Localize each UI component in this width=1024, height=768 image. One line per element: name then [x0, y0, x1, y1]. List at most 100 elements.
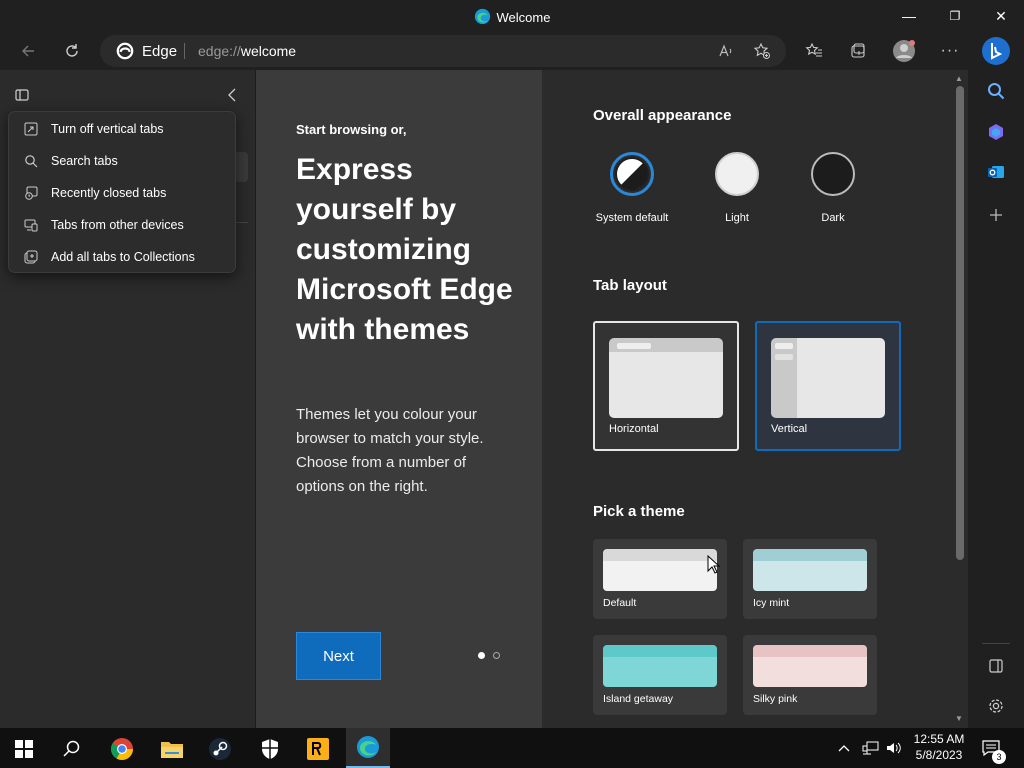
menu-item-label: Recently closed tabs: [51, 186, 167, 200]
menu-item-add-tabs-collections[interactable]: Add all tabs to Collections: [9, 241, 235, 273]
restore-button[interactable]: ❐: [932, 0, 978, 32]
tray-overflow-button[interactable]: [838, 728, 850, 768]
theme-label: Silky pink: [753, 693, 798, 705]
sidebar-office-button[interactable]: [982, 118, 1010, 146]
edge-icon: [357, 736, 379, 758]
bing-copilot-button[interactable]: [981, 36, 1011, 66]
sidebar-search-button[interactable]: [982, 77, 1010, 105]
restore-icon: ❐: [949, 9, 961, 23]
customization-panel: Overall appearance System default Light …: [542, 70, 952, 728]
appearance-system-default[interactable]: [610, 152, 654, 196]
tab-actions-menu-button[interactable]: [10, 84, 34, 106]
browser-toolbar: Edge edge://welcome ···: [0, 32, 1024, 70]
theme-silky-pink[interactable]: Silky pink: [743, 635, 877, 715]
window-title: Welcome: [0, 8, 1024, 28]
appearance-dark[interactable]: [811, 152, 855, 196]
windows-taskbar: 12:55 AM 5/8/2023 3: [0, 728, 1024, 768]
taskbar-search-button[interactable]: [52, 732, 92, 766]
minimize-icon: —: [902, 8, 916, 24]
menu-item-label: Search tabs: [51, 154, 118, 168]
search-icon: [63, 740, 80, 757]
add-favorite-button[interactable]: [750, 40, 774, 62]
tab-layout-vertical[interactable]: Vertical: [755, 321, 901, 451]
address-bar[interactable]: Edge edge://welcome: [100, 35, 786, 67]
theme-preview: [603, 645, 717, 687]
tab-actions-menu: Turn off vertical tabs Search tabs Recen…: [8, 111, 236, 273]
favorites-button[interactable]: [798, 36, 830, 66]
settings-and-more-button[interactable]: ···: [934, 36, 966, 66]
folder-icon: [161, 742, 183, 758]
page-scrollbar[interactable]: ▲ ▼: [952, 70, 968, 728]
taskbar-chrome[interactable]: [102, 732, 142, 766]
theme-preview: [603, 549, 717, 591]
scroll-up-icon[interactable]: ▲: [955, 74, 963, 83]
notification-center-button[interactable]: 3: [982, 728, 1006, 768]
menu-item-turn-off-vertical-tabs[interactable]: Turn off vertical tabs: [9, 113, 235, 145]
collections-add-icon: [23, 249, 39, 265]
notification-badge: 3: [992, 750, 1006, 764]
tray-volume[interactable]: [886, 728, 902, 768]
vertical-preview: [771, 338, 885, 418]
collections-button[interactable]: [842, 36, 874, 66]
layout-label: Vertical: [771, 423, 808, 435]
intro-headline: Express yourself by customizing Microsof…: [296, 153, 513, 346]
theme-label: Icy mint: [753, 597, 790, 609]
appearance-light[interactable]: [715, 152, 759, 196]
vertical-tab-preview: [775, 343, 793, 349]
horizontal-tab-preview: [617, 343, 651, 349]
read-aloud-button[interactable]: [714, 40, 738, 62]
tab-actions-icon: [15, 89, 29, 101]
clock-time: 12:55 AM: [913, 732, 965, 746]
scroll-thumb[interactable]: [956, 86, 964, 560]
welcome-intro-panel: Start browsing or, Express yourself by c…: [256, 70, 542, 728]
close-button[interactable]: ✕: [978, 0, 1024, 32]
profile-button[interactable]: [888, 36, 920, 66]
read-aloud-icon: [719, 44, 732, 57]
site-identity[interactable]: Edge: [116, 42, 177, 60]
appearance-heading: Overall appearance: [593, 107, 732, 124]
active-tab-edge[interactable]: [236, 152, 248, 182]
page-dot-active[interactable]: [478, 652, 485, 659]
theme-preview: [753, 645, 867, 687]
search-icon: [23, 153, 39, 169]
taskbar-steam[interactable]: [200, 732, 240, 766]
theme-island-getaway[interactable]: Island getaway: [593, 635, 727, 715]
taskbar-clock[interactable]: 12:55 AM 5/8/2023: [906, 731, 972, 763]
taskbar-file-explorer[interactable]: [152, 732, 192, 766]
recent-tabs-icon: [23, 185, 39, 201]
next-button[interactable]: Next: [296, 632, 381, 680]
taskbar-rockstar[interactable]: [298, 732, 338, 766]
tray-network[interactable]: [862, 728, 880, 768]
minimize-button[interactable]: —: [886, 0, 932, 32]
url-text[interactable]: edge://welcome: [198, 43, 296, 59]
horizontal-preview: [609, 338, 723, 418]
site-name: Edge: [142, 42, 178, 60]
start-button[interactable]: [4, 732, 44, 766]
sidebar-outlook-button[interactable]: [982, 158, 1010, 186]
menu-item-search-tabs[interactable]: Search tabs: [9, 145, 235, 177]
sidebar-settings-button[interactable]: [982, 692, 1010, 720]
edge-logo-icon: [474, 8, 491, 28]
theme-icy-mint[interactable]: Icy mint: [743, 539, 877, 619]
taskbar-edge-active[interactable]: [346, 728, 390, 768]
menu-item-recently-closed-tabs[interactable]: Recently closed tabs: [9, 177, 235, 209]
back-button[interactable]: [12, 36, 44, 66]
star-add-icon: [753, 42, 770, 59]
sidebar-panel-icon: [989, 659, 1003, 673]
hide-sidebar-button[interactable]: [982, 652, 1010, 680]
title-bar: Welcome — ❐ ✕: [0, 0, 1024, 32]
intro-kicker: Start browsing or,: [296, 122, 407, 137]
refresh-button[interactable]: [56, 36, 88, 66]
taskbar-security[interactable]: [250, 732, 290, 766]
theme-default[interactable]: Default: [593, 539, 727, 619]
menu-item-tabs-other-devices[interactable]: Tabs from other devices: [9, 209, 235, 241]
collapse-pane-button[interactable]: [222, 84, 242, 106]
sidebar-add-button[interactable]: [982, 201, 1010, 229]
chevron-left-icon: [228, 88, 236, 102]
favorites-icon: [805, 42, 822, 57]
scroll-down-icon[interactable]: ▼: [955, 714, 963, 723]
windows-logo-icon: [15, 740, 33, 758]
sidebar-divider: [982, 643, 1010, 644]
tab-layout-horizontal[interactable]: Horizontal: [593, 321, 739, 451]
page-dot-inactive[interactable]: [493, 652, 500, 659]
